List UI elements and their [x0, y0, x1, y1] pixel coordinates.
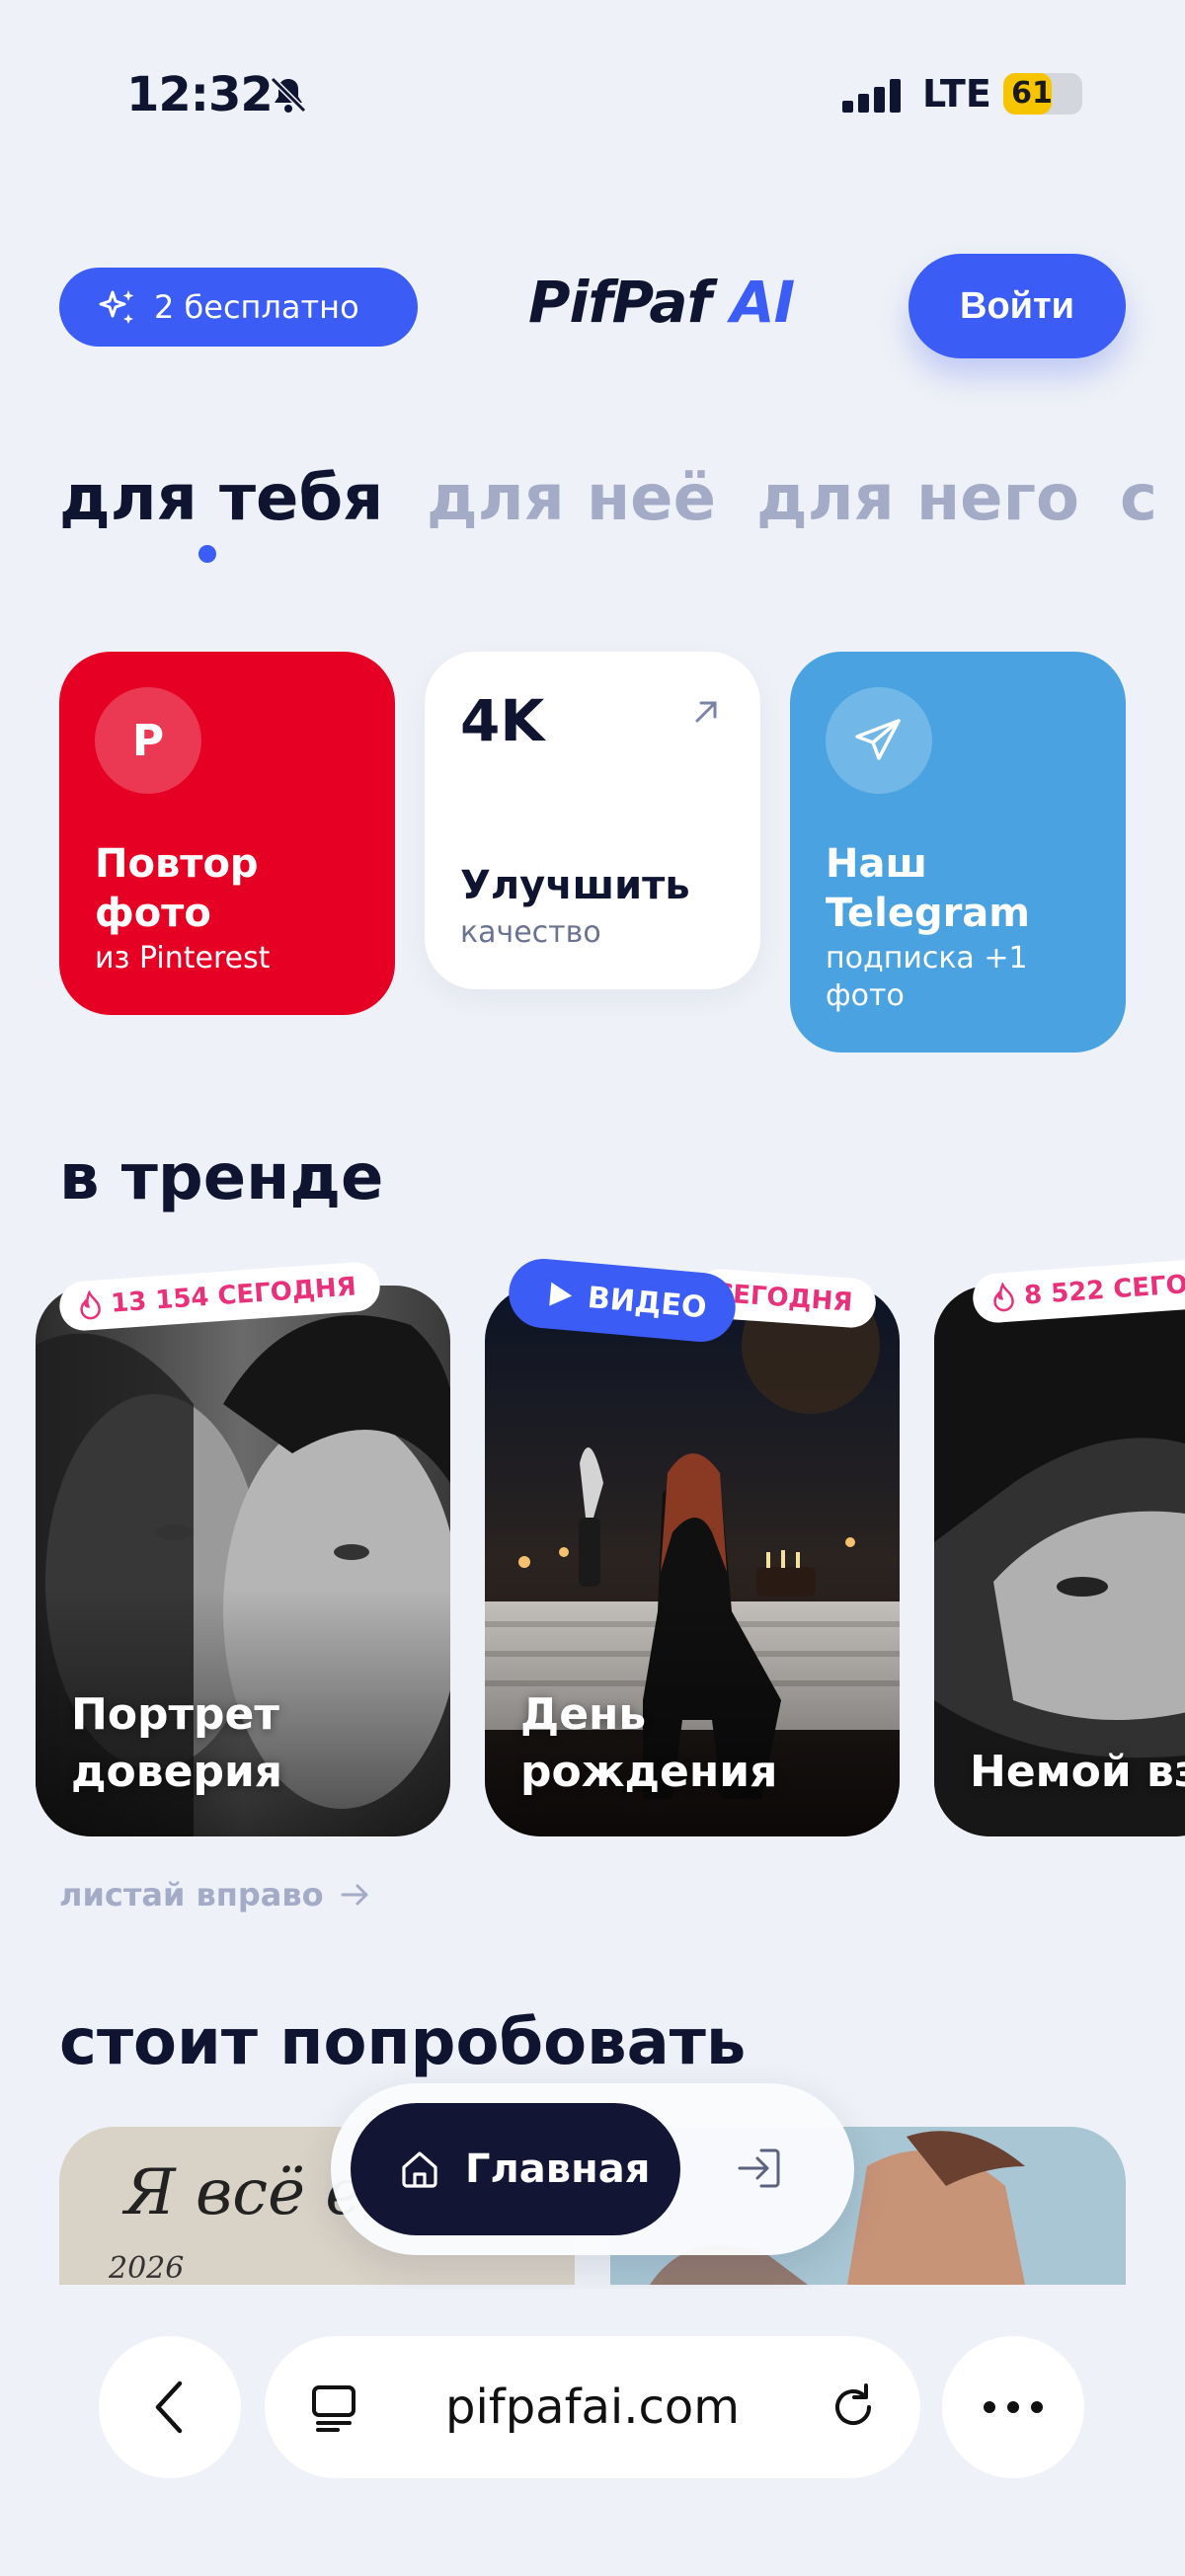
reload-icon[interactable]: [828, 2381, 879, 2433]
4k-badge: 4K: [460, 687, 545, 754]
more-dots-icon: [984, 2401, 1043, 2413]
video-label: ВИДЕО: [586, 1280, 708, 1325]
trend-card-label: Немой вз: [970, 1747, 1185, 1797]
badge-text: 8 522 СЕГОД: [1023, 1268, 1185, 1311]
arrow-right-icon: [341, 1884, 368, 1906]
browser-back-button[interactable]: [99, 2336, 241, 2478]
url-text: pifpafai.com: [444, 2380, 740, 2435]
login-button[interactable]: Войти: [908, 254, 1126, 358]
telegram-icon: [826, 687, 932, 794]
active-tab-indicator: [198, 545, 216, 563]
try-section-title: стоит попробовать: [59, 2006, 747, 2079]
play-icon: [549, 1282, 573, 1306]
floating-nav: Главная: [331, 2083, 854, 2255]
trend-card-label: День рождения: [520, 1689, 778, 1797]
sign-in-icon[interactable]: [734, 2143, 785, 2194]
telegram-card[interactable]: Наш Telegram подписка +1 фото: [790, 652, 1126, 1053]
trend-card-birthday[interactable]: День рождения: [485, 1286, 900, 1836]
trend-card-trust-portrait[interactable]: Портрет доверия: [36, 1286, 450, 1836]
swipe-hint: листай вправо: [59, 1876, 371, 1913]
card-title: Наш Telegram: [826, 841, 1030, 936]
status-time: 12:32: [126, 67, 274, 122]
nav-home-button[interactable]: Главная: [351, 2103, 680, 2235]
handwriting-text: Я всё е: [124, 2156, 363, 2229]
flame-icon: [993, 1282, 1014, 1312]
chevron-left-icon: [155, 2381, 183, 2434]
flame-icon: [80, 1289, 101, 1320]
bell-muted-icon: [270, 76, 307, 114]
battery-indicator: 61: [1003, 73, 1082, 115]
handwriting-year: 2026: [109, 2251, 185, 2285]
signal-icon: [842, 79, 901, 113]
card-title: Улучшить: [460, 863, 690, 908]
trend-card-label: Портрет доверия: [71, 1689, 283, 1797]
card-subtitle: подписка +1 фото: [826, 941, 1028, 1013]
tab-more[interactable]: с: [1120, 462, 1157, 535]
network-type: LTE: [922, 72, 991, 116]
card-subtitle: из Pinterest: [95, 941, 271, 976]
nav-home-label: Главная: [465, 2147, 651, 2192]
tab-for-you[interactable]: для тебя: [59, 462, 383, 535]
pinterest-repeat-card[interactable]: P Повтор фото из Pinterest: [59, 652, 395, 1015]
pinterest-icon: P: [95, 687, 201, 794]
logo-main: PifPaf: [528, 269, 712, 336]
free-generations-badge[interactable]: 2 бесплатно: [59, 268, 418, 347]
enhance-quality-card[interactable]: 4K Улучшить качество: [425, 652, 760, 989]
sparkles-icon: [99, 290, 134, 324]
home-icon: [402, 2151, 437, 2188]
trending-title: в тренде: [59, 1141, 384, 1214]
card-subtitle: качество: [460, 915, 601, 950]
browser-more-button[interactable]: [942, 2336, 1084, 2478]
free-label: 2 бесплатно: [154, 288, 359, 326]
trend-card-silent-look[interactable]: Немой вз: [934, 1286, 1185, 1836]
app-logo[interactable]: PifPaf AI: [528, 269, 795, 336]
battery-level: 61: [1011, 76, 1053, 111]
tab-for-her[interactable]: для неё: [427, 462, 716, 535]
logo-ai: AI: [730, 269, 795, 336]
swipe-hint-text: листай вправо: [59, 1876, 324, 1913]
arrow-up-right-icon: [695, 701, 717, 723]
address-bar[interactable]: pifpafai.com: [265, 2336, 920, 2478]
status-bar: 12:32 LTE 61: [0, 59, 1185, 128]
card-title: Повтор фото: [95, 841, 259, 936]
badge-text: 13 154 СЕГОДНЯ: [110, 1272, 357, 1319]
browser-toolbar: pifpafai.com: [0, 2289, 1185, 2576]
tab-for-him[interactable]: для него: [756, 462, 1079, 535]
